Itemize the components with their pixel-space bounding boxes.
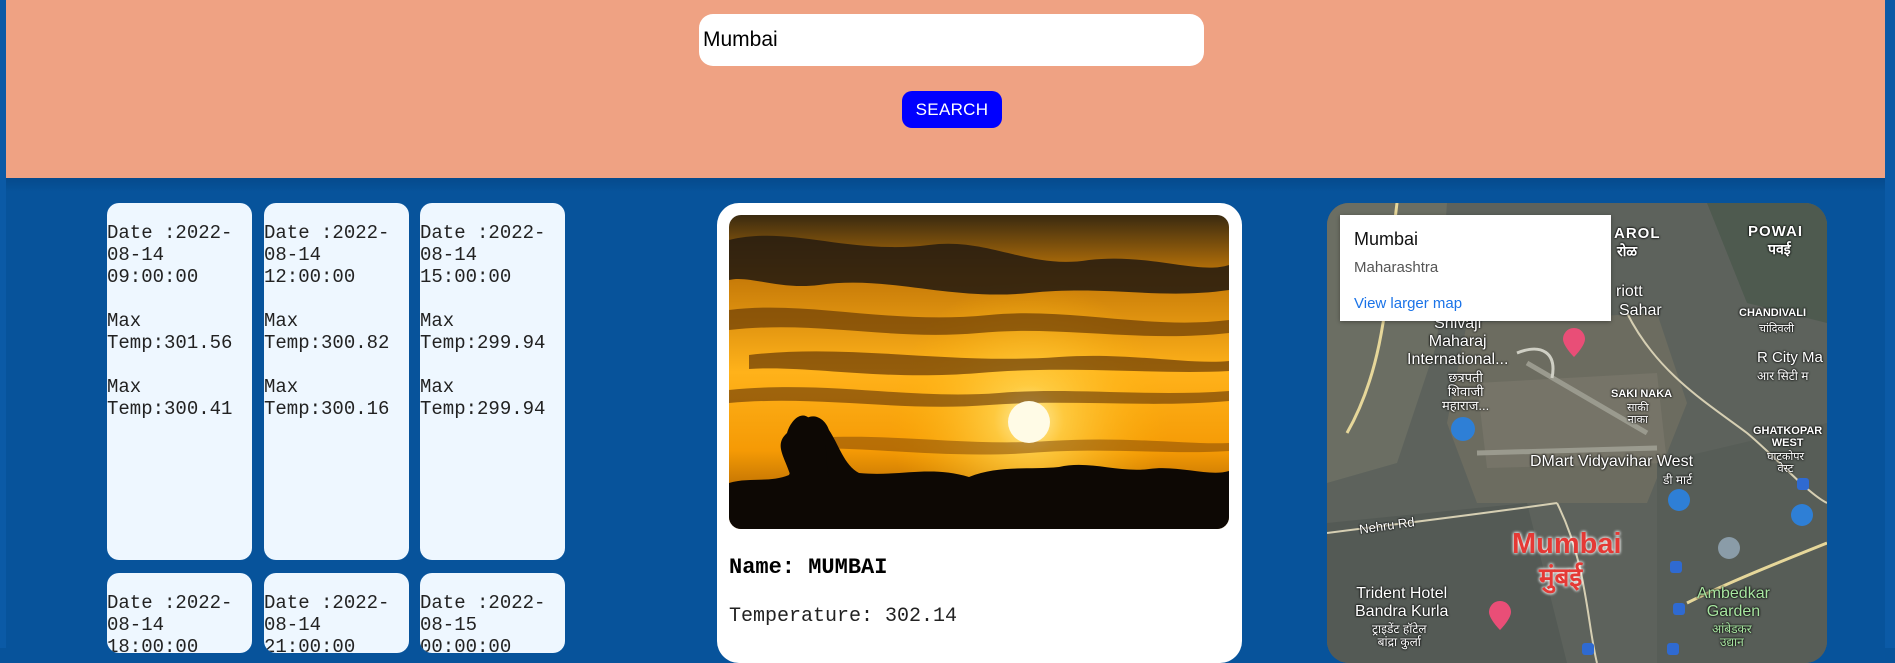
map-place-title: Mumbai — [1354, 229, 1419, 249]
map-label-ambedkar-local: आंबेडकर उद्यान — [1712, 622, 1752, 649]
map-label-trident: Trident Hotel Bandra Kurla — [1355, 585, 1449, 620]
forecast-date: Date :2022- 08-14 21:00:00 — [264, 592, 390, 653]
search-input[interactable] — [699, 14, 1204, 66]
map-label-sahar: Sahar — [1619, 302, 1662, 319]
map-label-trident-local: ट्राइडेंट हॉटेल बांद्रा कुर्ला — [1372, 622, 1427, 649]
forecast-card: Date :2022- 08-14 15:00:00 Max Temp:299.… — [420, 203, 565, 560]
map-label-marol-local: रोळ — [1617, 243, 1637, 259]
map-label-saki-naka-local: साकी नाका — [1627, 402, 1649, 426]
map-embed[interactable]: POWAI पवई AROL रोळ riott Sahar CHANDIVAL… — [1327, 203, 1827, 663]
forecast-max-temp: Max Temp:300.41 — [107, 376, 233, 420]
forecast-date: Date :2022- 08-15 00:00:00 — [420, 592, 546, 653]
map-label-chandivali-local: चांदिवली — [1759, 323, 1794, 335]
map-label-powai-local: पवई — [1768, 241, 1791, 257]
header-shadow — [6, 178, 1885, 192]
map-label-chandivali: CHANDIVALI — [1739, 307, 1807, 319]
search-header: SEARCH — [6, 0, 1885, 178]
map-label-marriott: riott — [1616, 283, 1643, 300]
search-button[interactable]: SEARCH — [902, 91, 1002, 128]
map-info-window: Mumbai Maharashtra View larger map — [1340, 215, 1611, 321]
map-label-rcity: R City Ma — [1757, 349, 1823, 366]
forecast-max-temp: Max Temp:300.82 — [264, 310, 390, 354]
map-label-ghatkopar-local: घाटकोपर वेस्ट — [1767, 451, 1804, 475]
forecast-card: Date :2022- 08-15 00:00:00 — [420, 573, 565, 653]
map-label-airport-local: छत्रपती शिवाजी महाराज... — [1442, 370, 1490, 413]
map-place-subtitle: Maharashtra — [1354, 259, 1439, 276]
forecast-max-temp: Max Temp:299.94 — [420, 310, 546, 354]
map-label-ambedkar: Ambedkar Garden — [1697, 585, 1770, 620]
forecast-max-temp: Max Temp:300.16 — [264, 376, 390, 420]
map-label-dmart: DMart Vidyavihar West — [1530, 453, 1694, 470]
map-label-mumbai: Mumbai — [1512, 528, 1622, 560]
map-label-dmart-local: डी मार्ट — [1663, 473, 1693, 487]
forecast-card: Date :2022- 08-14 18:00:00 — [107, 573, 252, 653]
view-larger-map-link[interactable]: View larger map — [1354, 295, 1462, 312]
map-label-mumbai-local: मुंबई — [1539, 562, 1583, 592]
city-name: Name: MUMBAI — [729, 555, 888, 580]
forecast-card: Date :2022- 08-14 12:00:00 Max Temp:300.… — [264, 203, 409, 560]
forecast-max-temp: Max Temp:301.56 — [107, 310, 233, 354]
page-right-border — [1885, 0, 1895, 648]
map-label-airport: Shivaji Maharaj International... — [1407, 315, 1509, 368]
map-label-marol: AROL — [1614, 225, 1661, 242]
forecast-card: Date :2022- 08-14 09:00:00 Max Temp:301.… — [107, 203, 252, 560]
forecast-date: Date :2022- 08-14 18:00:00 — [107, 592, 233, 653]
map-label-rcity-local: आर सिटी म — [1757, 369, 1809, 383]
map-label-powai: POWAI — [1748, 223, 1804, 240]
forecast-card: Date :2022- 08-14 21:00:00 — [264, 573, 409, 653]
city-weather-card: Name: MUMBAI Temperature: 302.14 — [717, 203, 1242, 663]
forecast-date: Date :2022- 08-14 12:00:00 — [264, 222, 390, 288]
city-temperature: Temperature: 302.14 — [729, 605, 958, 628]
forecast-max-temp: Max Temp:299.94 — [420, 376, 546, 420]
sunset-image — [729, 215, 1229, 529]
forecast-date: Date :2022- 08-14 09:00:00 — [107, 222, 233, 288]
map-label-saki-naka: SAKI NAKA — [1611, 388, 1673, 400]
forecast-date: Date :2022- 08-14 15:00:00 — [420, 222, 546, 288]
map-label-ghatkopar: GHATKOPAR WEST — [1753, 425, 1823, 449]
